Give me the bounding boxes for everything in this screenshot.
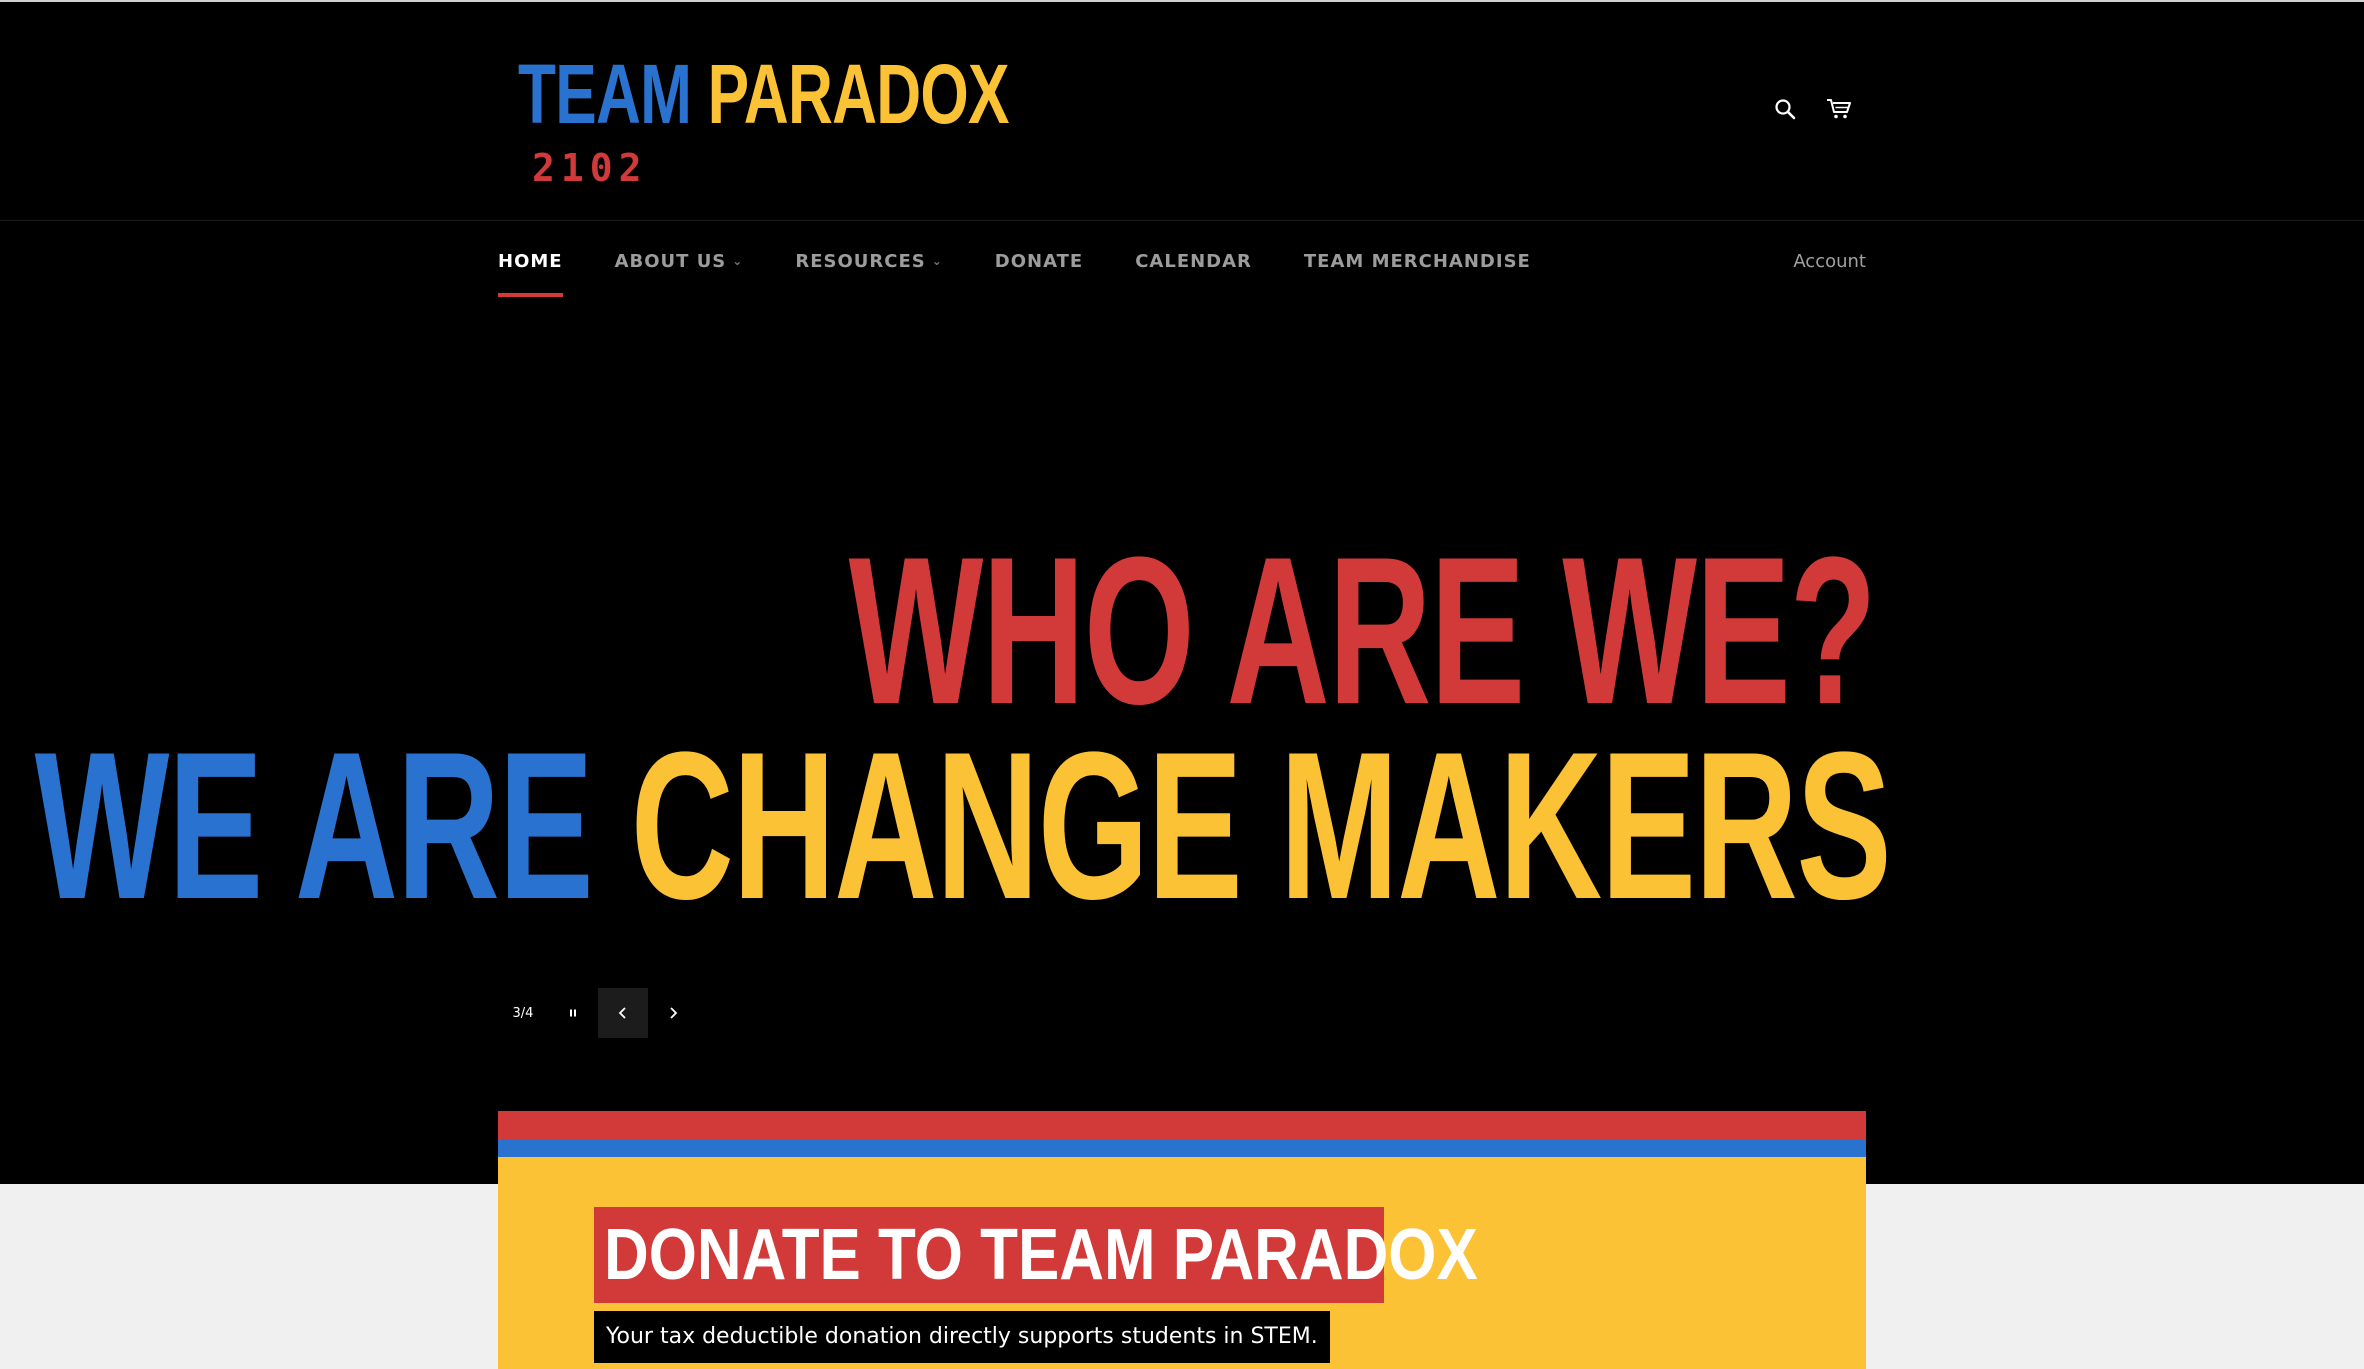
nav-item-team-merchandise[interactable]: TEAM MERCHANDISE [1304,221,1531,301]
hero-heading-line2-wrap: WE ARE CHANGE MAKERS [34,716,1891,936]
nav-item-calendar[interactable]: CALENDAR [1135,221,1252,301]
main-nav: HOME ABOUT US ⌄ RESOURCES ⌄ DONATE CALEN… [0,221,2364,301]
nav-items: HOME ABOUT US ⌄ RESOURCES ⌄ DONATE CALEN… [498,221,1583,301]
chevron-right-icon [670,1007,678,1019]
chevron-down-icon: ⌄ [931,254,943,268]
nav-item-label: TEAM MERCHANDISE [1303,250,1531,272]
hero-heading-change-makers: CHANGE MAKERS [630,708,1891,943]
logo-word-team: TEAM [518,47,692,141]
nav-item-label: ABOUT US [614,250,727,272]
hero-heading-we-are: WE ARE [34,708,593,943]
slideshow-controls: 3/4 [498,988,698,1038]
pause-icon [570,1009,576,1017]
previous-slide-button[interactable] [598,988,648,1038]
donate-banner: DONATE TO TEAM PARADOX Your tax deductib… [498,1111,1866,1369]
team-paradox-logo[interactable]: TEAM PARADOX 2102 [518,46,1038,196]
site-header: TEAM PARADOX 2102 [0,2,2364,221]
hero-heading-line2: WE ARE CHANGE MAKERS [0,716,2364,936]
nav-item-resources[interactable]: RESOURCES ⌄ [795,221,942,301]
nav-item-label: RESOURCES [795,250,926,272]
next-slide-button[interactable] [648,988,698,1038]
header-icons [1770,94,1854,124]
logo-team-number: 2102 [532,146,648,190]
pause-button[interactable] [548,988,598,1038]
blue-stripe [498,1139,1866,1157]
nav-item-label: CALENDAR [1135,250,1252,272]
nav-item-about-us[interactable]: ABOUT US ⌄ [615,221,744,301]
nav-item-donate[interactable]: DONATE [995,221,1083,301]
nav-item-label: DONATE [994,250,1084,272]
logo-word-paradox: PARADOX [707,47,1010,141]
red-stripe [498,1111,1866,1139]
chevron-down-icon: ⌄ [732,254,744,268]
cart-icon[interactable] [1824,94,1854,124]
donate-heading-text: DONATE TO TEAM PARADOX [604,1215,1478,1295]
donate-heading: DONATE TO TEAM PARADOX [594,1207,1478,1303]
chevron-left-icon [618,1007,626,1019]
slide-counter: 3/4 [512,1005,534,1021]
account-link[interactable]: Account [1793,221,1866,301]
search-icon[interactable] [1770,94,1800,124]
hero-slideshow: WHO ARE WE? WE ARE CHANGE MAKERS 3/4 [0,301,2364,1184]
logo-wordmark: TEAM PARADOX [518,46,1009,142]
nav-item-label: HOME [498,250,563,272]
nav-item-home[interactable]: HOME [498,221,563,301]
donate-subtitle: Your tax deductible donation directly su… [594,1311,1330,1363]
